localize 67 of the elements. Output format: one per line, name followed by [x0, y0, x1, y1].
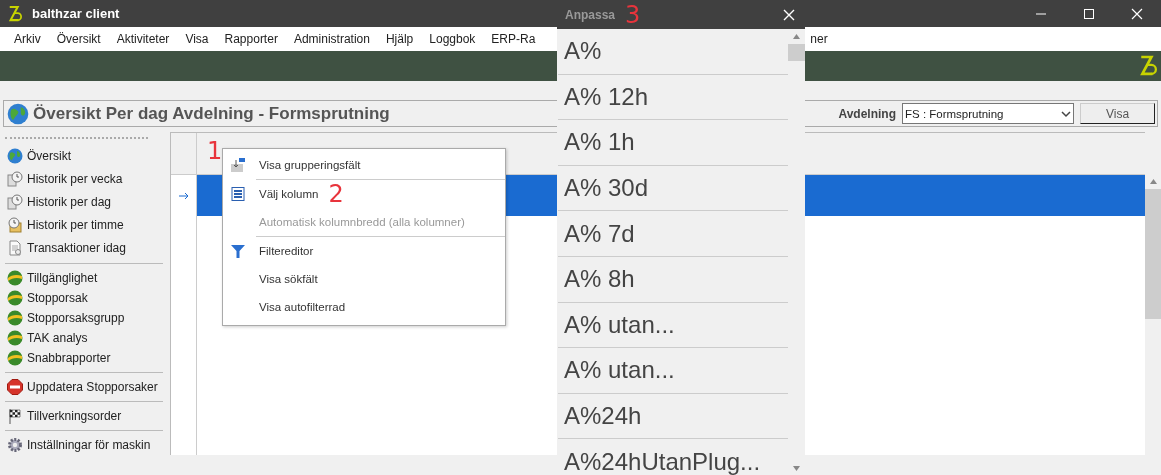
globe-icon [7, 148, 23, 165]
arrow-icon [178, 191, 189, 200]
menu-item[interactable]: Administration [285, 32, 378, 46]
brand-logo [1139, 54, 1157, 78]
menu-item[interactable]: ner [802, 32, 836, 46]
sidebar-item[interactable]: Översikt [5, 145, 163, 168]
scrollbar[interactable] [1145, 173, 1161, 455]
scroll-up-icon[interactable] [1149, 178, 1157, 184]
sidebar-item[interactable]: Stopporsak [5, 288, 163, 308]
grouping-icon [230, 157, 246, 173]
filter-icon [230, 243, 246, 259]
dialog-title: Anpassa [565, 7, 616, 22]
sidebar-item[interactable]: Transaktioner idag [5, 236, 163, 259]
sidebar-item[interactable]: Uppdatera Stopporsaker [5, 377, 163, 397]
gear-icon [7, 437, 23, 453]
scroll-thumb[interactable] [788, 44, 805, 61]
sidebar-item[interactable]: Historik per vecka [5, 167, 163, 191]
menu-item[interactable]: Visa grupperingsfält [223, 151, 505, 179]
menu-item[interactable]: Filtereditor [223, 237, 505, 265]
clock-icon [7, 171, 23, 188]
scroll-thumb[interactable] [1145, 189, 1161, 319]
menu-item[interactable]: Visa sökfält [223, 265, 505, 293]
sidebar-item[interactable]: Historik per timme [5, 213, 163, 237]
field-label: Avdelning [838, 106, 896, 121]
menu-item[interactable]: ERP-Ra [483, 32, 544, 46]
menu-item[interactable]: Översikt [48, 32, 109, 46]
report-icon [7, 270, 23, 286]
close-icon[interactable] [1130, 6, 1144, 21]
flag-icon [7, 408, 23, 424]
menu-item[interactable]: Visa autofilterrad [223, 293, 505, 321]
department-dropdown[interactable]: FS : Formsprutning [902, 103, 1074, 124]
annotation-number: 3 [625, 2, 641, 27]
annotation-number: 2 [328, 182, 344, 206]
report-icon [7, 330, 23, 346]
menu-item[interactable]: Hjälp [377, 32, 422, 46]
app-logo [8, 4, 22, 23]
sidebar-item[interactable]: Snabbrapporter [5, 348, 163, 368]
clock-icon [7, 194, 23, 210]
annotation-number: 1 [207, 139, 223, 167]
sidebar-item[interactable]: Stopporsaksgrupp [5, 308, 163, 328]
show-button[interactable]: Visa [1080, 103, 1155, 124]
menu-item[interactable]: Välj kolumn 2 [223, 180, 505, 208]
chevron-icon [1061, 109, 1071, 118]
scroll-up-icon[interactable] [793, 33, 800, 39]
scroll-down-icon[interactable] [793, 465, 800, 471]
list-icon [230, 186, 246, 202]
close-icon[interactable] [783, 8, 795, 21]
sidebar-item[interactable]: Tillverkningsorder [5, 406, 163, 426]
menu-item[interactable]: Visa [177, 32, 217, 46]
menu-item[interactable]: Aktiviteter [108, 32, 178, 46]
document-icon [7, 239, 23, 256]
clock-icon [7, 216, 23, 233]
sidebar-item[interactable]: TAK analys [5, 328, 163, 348]
menu-item[interactable]: Rapporter [216, 32, 286, 46]
maximize-icon[interactable] [1082, 6, 1096, 21]
sidebar-item[interactable]: Inställningar för maskin [5, 435, 163, 455]
stop-sign-icon [7, 379, 23, 395]
globe-icon [7, 102, 29, 125]
window-title: balthzar client [32, 6, 120, 21]
report-icon [7, 310, 23, 326]
sidebar-item[interactable]: Tillgänglighet [5, 268, 163, 288]
menu-item[interactable]: Arkiv [6, 32, 49, 46]
sidebar-item[interactable]: Historik per dag [5, 190, 163, 214]
report-icon [7, 290, 23, 306]
page-title: Översikt Per dag Avdelning - Formsprutning [33, 103, 390, 124]
report-icon [7, 350, 23, 366]
menu-item[interactable]: Loggbok [421, 32, 484, 46]
